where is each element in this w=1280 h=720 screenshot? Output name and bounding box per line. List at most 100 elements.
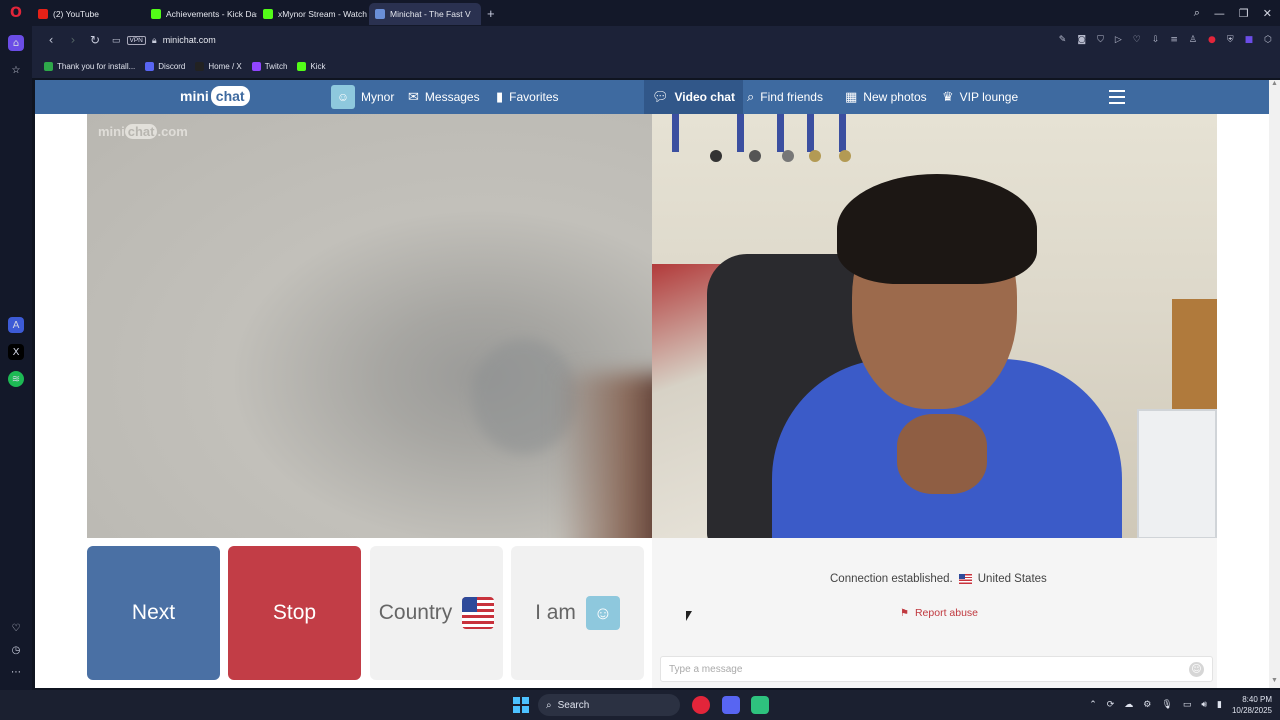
- taskbar-search[interactable]: ⌕ Search: [538, 694, 680, 716]
- nav-vip-lounge[interactable]: ♛ VIP lounge: [942, 80, 1018, 114]
- iam-label: I am: [535, 601, 576, 624]
- minichat-logo[interactable]: mini chat: [180, 86, 250, 106]
- opera-menu-icon[interactable]: O: [0, 0, 32, 26]
- bookmark-thank-you[interactable]: Thank you for install...: [44, 61, 136, 71]
- bookmarks-bar: Thank you for install... Discord Home / …: [32, 54, 1280, 78]
- scroll-up-icon[interactable]: ▲: [1271, 80, 1278, 87]
- discord-taskbar-icon[interactable]: [722, 696, 740, 714]
- play-icon[interactable]: ▷: [1115, 35, 1122, 45]
- edit-icon[interactable]: ✎: [1059, 35, 1067, 45]
- next-button[interactable]: Next: [87, 546, 220, 680]
- snapshot-icon[interactable]: ▭: [112, 35, 121, 46]
- nav-new-photos[interactable]: ▦ New photos: [845, 80, 927, 114]
- address-bar: ‹ › ↻ ▭ VPN 🔒︎ minichat.com ✎ ◙ ⛉ ▷ ♡ ⇩ …: [32, 26, 1280, 54]
- opera-taskbar-icon[interactable]: [692, 696, 710, 714]
- aria-ai-icon[interactable]: A: [8, 317, 24, 333]
- display-icon[interactable]: ▭: [1183, 700, 1192, 710]
- home-icon[interactable]: ⌂: [8, 35, 24, 51]
- flag-icon: ⚑: [900, 607, 909, 619]
- search-tabs-icon[interactable]: ⌕: [1194, 6, 1200, 20]
- heart-icon[interactable]: ♡: [1133, 35, 1141, 45]
- nav-vip-lounge-label: VIP lounge: [959, 90, 1019, 104]
- nav-find-friends-label: Find friends: [760, 90, 823, 104]
- profile-icon[interactable]: ♙: [1189, 35, 1197, 45]
- hamburger-menu-icon[interactable]: [1109, 90, 1125, 104]
- tab-minichat[interactable]: Minichat - The Fast V: [369, 3, 481, 25]
- url-field[interactable]: ▭ VPN 🔒︎ minichat.com: [112, 35, 216, 46]
- emoji-icon[interactable]: ☺: [1189, 661, 1204, 677]
- camera-icon[interactable]: ◙: [1077, 35, 1086, 45]
- country-selector[interactable]: Country: [370, 546, 503, 680]
- bookmark-kick[interactable]: Kick: [297, 61, 326, 71]
- app-taskbar-icon[interactable]: [751, 696, 769, 714]
- page-scrollbar[interactable]: ▲ ▼: [1269, 80, 1280, 688]
- nav-video-chat[interactable]: 💬︎ Video chat: [644, 80, 743, 114]
- bookmark-label: Home / X: [208, 61, 242, 71]
- chevron-up-icon[interactable]: ⌃: [1089, 700, 1097, 710]
- watermark-chat: chat: [124, 124, 158, 139]
- vpn-badge[interactable]: VPN: [126, 35, 146, 45]
- bookmark-label: Discord: [158, 61, 186, 71]
- nav-messages-label: Messages: [424, 90, 480, 104]
- battery-icon[interactable]: ▮: [1217, 700, 1222, 710]
- history-icon[interactable]: ◷: [8, 642, 24, 658]
- shield-icon: [44, 61, 53, 71]
- url-text[interactable]: minichat.com: [163, 35, 216, 45]
- scroll-down-icon[interactable]: ▼: [1271, 677, 1278, 684]
- cloud-icon[interactable]: ☁: [1124, 700, 1133, 710]
- nav-messages[interactable]: ✉ Messages: [408, 80, 480, 114]
- bookmark-x[interactable]: Home / X: [195, 61, 242, 71]
- bookmark-label: Kick: [310, 61, 326, 71]
- puzzle-icon[interactable]: ⬡: [1264, 35, 1272, 45]
- report-abuse-label: Report abuse: [914, 607, 979, 619]
- message-box: ☺: [660, 656, 1213, 682]
- forward-button[interactable]: ›: [62, 33, 84, 47]
- reload-button[interactable]: ↻: [84, 33, 106, 47]
- minimize-button[interactable]: —: [1214, 7, 1225, 20]
- report-abuse-link[interactable]: ⚑ Report abuse: [900, 607, 978, 619]
- microphone-icon[interactable]: 🎙︎: [1161, 700, 1172, 710]
- extension-icon[interactable]: ●: [1208, 35, 1216, 45]
- menu-icon[interactable]: ≡: [1170, 35, 1178, 45]
- stop-button[interactable]: Stop: [228, 546, 361, 680]
- tab-kick-achievements[interactable]: Achievements - Kick Dash: [145, 3, 257, 25]
- nav-profile-label: Mynor: [361, 90, 395, 104]
- star-icon[interactable]: ☆: [8, 62, 24, 78]
- nav-profile[interactable]: ☺ Mynor: [331, 80, 394, 114]
- more-icon[interactable]: ⋯: [8, 664, 24, 680]
- shield-icon[interactable]: ⛉: [1097, 35, 1104, 45]
- new-tab-button[interactable]: +: [487, 6, 495, 21]
- nav-favorites[interactable]: ▮ Favorites: [496, 80, 559, 114]
- bookmark-twitch[interactable]: Twitch: [251, 61, 288, 71]
- heart-icon[interactable]: ♡: [8, 620, 24, 636]
- clock[interactable]: 8:40 PM 10/28/2025: [1232, 694, 1272, 716]
- mouse-cursor: [686, 611, 692, 621]
- stop-label: Stop: [272, 601, 317, 624]
- maximize-button[interactable]: ❐: [1239, 7, 1249, 20]
- kick-icon: [151, 9, 161, 19]
- download-icon[interactable]: ⇩: [1152, 35, 1160, 45]
- connection-status: Connection established. United States: [830, 573, 1047, 585]
- clock-time: 8:40 PM: [1242, 695, 1272, 704]
- tab-label: Minichat - The Fast V: [390, 9, 471, 19]
- adblock-icon[interactable]: ⛨: [1227, 35, 1234, 45]
- extension-icon[interactable]: ■: [1245, 35, 1254, 45]
- close-button[interactable]: ✕: [1263, 7, 1272, 20]
- spotify-icon[interactable]: ≋: [8, 371, 24, 387]
- tab-youtube[interactable]: (2) YouTube: [32, 3, 145, 25]
- settings-icon[interactable]: ⚙: [1143, 700, 1151, 710]
- back-button[interactable]: ‹: [40, 33, 62, 47]
- windows-start-icon[interactable]: [513, 697, 529, 713]
- watermark-suffix: .com: [157, 124, 188, 139]
- volume-icon[interactable]: 🔊︎: [1201, 700, 1207, 710]
- bookmark-label: Twitch: [264, 61, 288, 71]
- message-input[interactable]: [669, 663, 1189, 675]
- gender-selector[interactable]: I am ☺: [511, 546, 644, 680]
- sync-icon[interactable]: ⟳: [1107, 700, 1115, 710]
- us-flag-icon: [958, 574, 972, 584]
- tab-xmynor-stream[interactable]: xMynor Stream - Watch Li: [257, 3, 369, 25]
- bookmark-label: Thank you for install...: [57, 61, 136, 71]
- bookmark-discord[interactable]: Discord: [145, 61, 186, 71]
- nav-find-friends[interactable]: ⌕ Find friends: [747, 80, 823, 114]
- x-icon[interactable]: X: [8, 344, 24, 360]
